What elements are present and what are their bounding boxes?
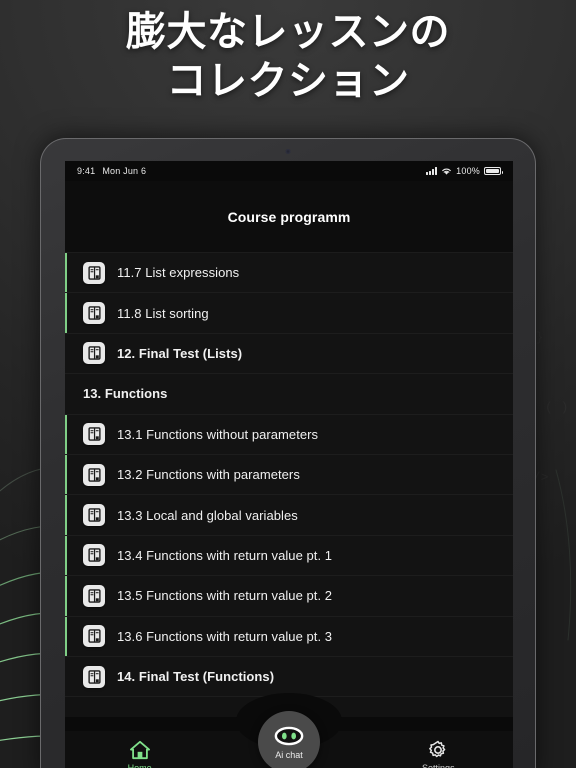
list-item-label: 13.3 Local and global variables bbox=[117, 507, 298, 523]
list-item-label: 13.4 Functions with return value pt. 1 bbox=[117, 547, 333, 563]
list-item-label: 12. Final Test (Lists) bbox=[117, 345, 243, 361]
page-title: Course programm bbox=[227, 208, 351, 225]
book-icon bbox=[83, 504, 105, 527]
cellular-signal-icon bbox=[426, 167, 438, 175]
robot-eye-icon bbox=[274, 726, 304, 745]
list-item[interactable]: 13.5 Functions with return value pt. 2 bbox=[65, 576, 513, 617]
list-item[interactable]: 12. Final Test (Lists) bbox=[65, 333, 513, 375]
book-icon bbox=[83, 625, 105, 648]
gear-icon bbox=[429, 740, 446, 758]
home-icon bbox=[129, 740, 150, 760]
list-item-label: 11.8 List sorting bbox=[117, 305, 209, 321]
tab-aichat-label: Ai chat bbox=[275, 749, 303, 760]
list-item[interactable]: 13.1 Functions without parameters bbox=[65, 414, 513, 455]
book-icon bbox=[83, 342, 105, 365]
book-icon bbox=[83, 544, 105, 567]
list-item[interactable]: 11.7 List expressions bbox=[65, 253, 513, 294]
book-icon bbox=[83, 302, 105, 325]
promo-headline: 膨大なレッスンの コレクション bbox=[126, 10, 450, 103]
status-date: Mon Jun 6 bbox=[102, 166, 147, 176]
battery-full-icon bbox=[484, 167, 503, 175]
course-program-list[interactable]: 11.7 List expressions 11.8 List sorting 12… bbox=[65, 253, 513, 717]
list-item[interactable]: 11.8 List sorting bbox=[65, 293, 513, 334]
front-camera-icon bbox=[285, 149, 291, 154]
tab-aichat-button[interactable]: Ai chat bbox=[258, 711, 320, 768]
battery-percent-label: 100% bbox=[456, 166, 480, 176]
list-item[interactable]: 14. Final Test (Functions) bbox=[65, 656, 513, 698]
tab-home[interactable]: Home bbox=[65, 717, 214, 768]
list-item[interactable]: 13.4 Functions with return value pt. 1 bbox=[65, 535, 513, 577]
list-item[interactable]: 13.2 Functions with parameters bbox=[65, 454, 513, 496]
list-item-label: 13.5 Functions with return value pt. 2 bbox=[117, 588, 333, 604]
wifi-icon bbox=[442, 168, 452, 175]
list-item-label: 13.2 Functions with parameters bbox=[117, 467, 300, 483]
book-icon bbox=[83, 584, 105, 607]
list-section-label: 13. Functions bbox=[83, 386, 168, 402]
status-time: 9:41 bbox=[77, 166, 96, 176]
book-icon bbox=[83, 665, 105, 688]
book-icon bbox=[83, 463, 105, 486]
navigation-bar: Course programm bbox=[65, 181, 513, 253]
bottom-tab-bar: Home Settings Ai chat bbox=[65, 693, 513, 768]
device-screen: 9:41 Mon Jun 6 100% Course programm 11.7… bbox=[65, 161, 513, 768]
promo-screenshot: { } ( ) </> 膨大なレッスンの コレクション 9:41 Mon Jun… bbox=[0, 0, 576, 768]
tab-settings-label: Settings bbox=[422, 763, 455, 768]
status-bar: 9:41 Mon Jun 6 100% bbox=[65, 161, 513, 181]
list-item-label: 13.6 Functions with return value pt. 3 bbox=[117, 628, 333, 644]
list-item-label: 14. Final Test (Functions) bbox=[117, 669, 275, 685]
tab-home-label: Home bbox=[127, 763, 152, 768]
code-watermark: ( ) bbox=[545, 400, 569, 415]
list-item[interactable]: 13.3 Local and global variables bbox=[65, 495, 513, 536]
list-section-header: 13. Functions bbox=[65, 374, 513, 415]
book-icon bbox=[83, 423, 105, 446]
tab-settings[interactable]: Settings bbox=[364, 717, 513, 768]
tablet-device-frame: 9:41 Mon Jun 6 100% Course programm 11.7… bbox=[40, 138, 536, 768]
list-item[interactable]: 13.6 Functions with return value pt. 3 bbox=[65, 616, 513, 657]
book-icon bbox=[83, 261, 105, 284]
list-item-label: 11.7 List expressions bbox=[117, 265, 240, 281]
list-item-label: 13.1 Functions without parameters bbox=[117, 426, 319, 442]
